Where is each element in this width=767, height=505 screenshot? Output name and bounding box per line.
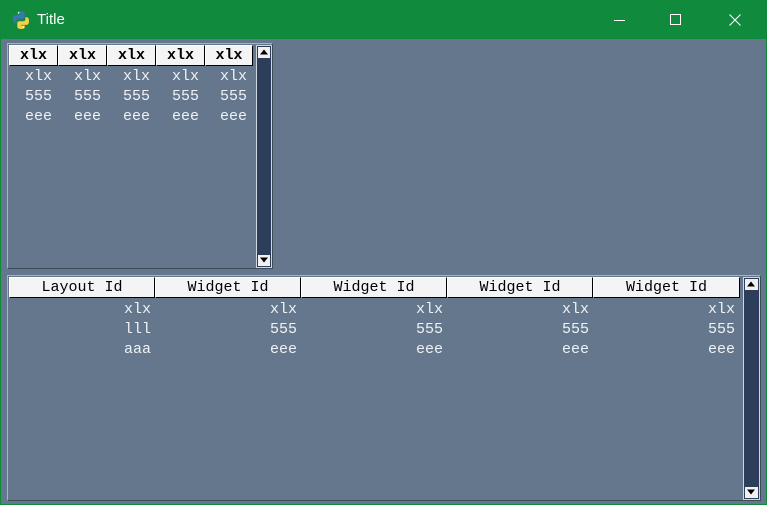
table-cell: eee (415, 341, 443, 358)
column-header-widget-id[interactable]: Widget Id (447, 277, 593, 298)
table-cell: eee (707, 341, 735, 358)
app-window: Title xlx xlx xlx xlx xlx xlx xlx xlx xl… (0, 0, 767, 505)
small-table[interactable]: xlx xlx xlx xlx xlx xlx xlx xlx xlx xlx … (7, 43, 273, 269)
scroll-thumb[interactable] (746, 291, 757, 486)
table-cell: xlx (123, 301, 151, 318)
table-cell: 555 (122, 88, 150, 105)
table-cell: xlx (122, 68, 150, 85)
table-cell: xlx (219, 68, 247, 85)
table-cell: 555 (171, 88, 199, 105)
arrow-up-icon (747, 281, 755, 287)
maximize-icon (670, 14, 681, 25)
table-cell: eee (24, 108, 52, 125)
table-cell: eee (219, 108, 247, 125)
maximize-button[interactable] (653, 1, 699, 39)
column-header[interactable]: xlx (58, 45, 107, 66)
table-cell: aaa (123, 341, 151, 358)
python-logo-icon (13, 11, 29, 29)
column-header[interactable]: xlx (107, 45, 156, 66)
vertical-scrollbar[interactable] (256, 45, 272, 268)
table-cell: xlx (269, 301, 297, 318)
table-cell: 555 (269, 321, 297, 338)
table-cell: eee (122, 108, 150, 125)
table-cell: eee (561, 341, 589, 358)
table-cell: xlx (707, 301, 735, 318)
table-cell: xlx (561, 301, 589, 318)
minimize-button[interactable] (597, 1, 643, 39)
table-cell: eee (73, 108, 101, 125)
table-cell: xlx (415, 301, 443, 318)
vertical-scrollbar[interactable] (743, 277, 760, 500)
arrow-down-icon (747, 489, 755, 495)
widget-table[interactable]: Layout Id Widget Id Widget Id Widget Id … (7, 275, 761, 501)
scroll-up-button[interactable] (258, 47, 270, 58)
table-cell: 555 (24, 88, 52, 105)
arrow-up-icon (260, 49, 268, 55)
table-cell: 555 (561, 321, 589, 338)
close-icon (729, 14, 741, 26)
close-button[interactable] (712, 1, 758, 39)
window-title: Title (37, 11, 65, 28)
column-header[interactable]: xlx (156, 45, 205, 66)
scroll-down-button[interactable] (258, 255, 270, 266)
column-header-layout-id[interactable]: Layout Id (9, 277, 155, 298)
table-cell: 555 (73, 88, 101, 105)
column-header[interactable]: xlx (205, 45, 253, 66)
table-cell: xlx (171, 68, 199, 85)
column-header-widget-id[interactable]: Widget Id (593, 277, 740, 298)
scroll-thumb[interactable] (259, 59, 269, 254)
scroll-up-button[interactable] (745, 279, 758, 290)
column-header-widget-id[interactable]: Widget Id (155, 277, 301, 298)
table-cell: xlx (24, 68, 52, 85)
table-cell: eee (171, 108, 199, 125)
minimize-icon (614, 20, 625, 21)
table-cell: lll (123, 321, 151, 338)
column-header[interactable]: xlx (9, 45, 58, 66)
table-cell: xlx (73, 68, 101, 85)
table-cell: eee (269, 341, 297, 358)
arrow-down-icon (260, 257, 268, 263)
scroll-down-button[interactable] (745, 487, 758, 498)
column-header-widget-id[interactable]: Widget Id (301, 277, 447, 298)
table-cell: 555 (219, 88, 247, 105)
table-cell: 555 (707, 321, 735, 338)
title-bar[interactable]: Title (1, 1, 766, 39)
table-cell: 555 (415, 321, 443, 338)
